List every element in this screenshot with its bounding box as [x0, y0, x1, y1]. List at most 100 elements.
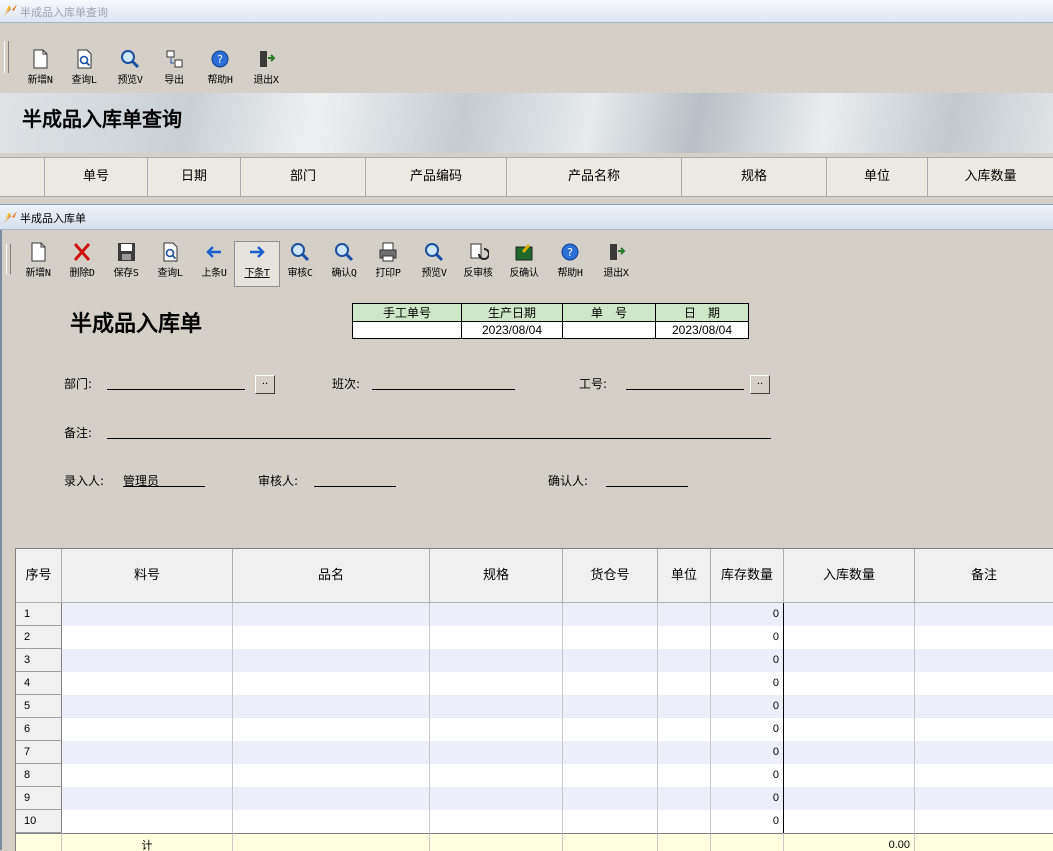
outer-preview-button[interactable]: 预览V: [108, 49, 152, 93]
outer-query-button[interactable]: 查询L: [62, 49, 106, 93]
grid-col-header[interactable]: 货仓号: [563, 549, 658, 603]
production-date-value[interactable]: 2023/08/04: [461, 321, 563, 339]
unit-cell[interactable]: [658, 649, 711, 672]
warehouse-cell[interactable]: [563, 718, 658, 741]
item-name-cell[interactable]: [233, 764, 430, 787]
outer-col-header[interactable]: 产品编码: [366, 158, 507, 196]
spec-cell[interactable]: [430, 787, 563, 810]
outer-col-header[interactable]: 日期: [148, 158, 241, 196]
item-no-cell[interactable]: [62, 603, 233, 626]
inner-save-button[interactable]: 保存S: [104, 242, 148, 286]
spec-cell[interactable]: [430, 672, 563, 695]
stock-qty-cell[interactable]: 0: [711, 649, 784, 672]
remark-cell[interactable]: [915, 695, 1053, 718]
entry-person-field[interactable]: 管理员: [123, 472, 205, 488]
inner-query-button[interactable]: 查询L: [148, 242, 192, 286]
workno-field[interactable]: [626, 375, 744, 390]
grid-col-header[interactable]: 入库数量: [784, 549, 915, 603]
date-value[interactable]: 2023/08/04: [655, 321, 749, 339]
in-qty-cell[interactable]: [784, 695, 915, 718]
remark-cell[interactable]: [915, 672, 1053, 695]
warehouse-cell[interactable]: [563, 810, 658, 833]
item-name-cell[interactable]: [233, 741, 430, 764]
warehouse-cell[interactable]: [563, 672, 658, 695]
item-name-cell[interactable]: [233, 810, 430, 833]
outer-col-header[interactable]: 入库数量: [928, 158, 1053, 196]
item-name-cell[interactable]: [233, 603, 430, 626]
item-name-cell[interactable]: [233, 626, 430, 649]
in-qty-cell[interactable]: [784, 787, 915, 810]
outer-title-bar[interactable]: 半成品入库单查询: [0, 0, 1053, 23]
outer-col-header[interactable]: 单号: [45, 158, 148, 196]
unit-cell[interactable]: [658, 787, 711, 810]
inner-preview-button[interactable]: 预览V: [412, 242, 456, 286]
workno-lookup-button[interactable]: ..: [750, 375, 770, 394]
in-qty-cell[interactable]: [784, 810, 915, 833]
item-no-cell[interactable]: [62, 649, 233, 672]
inner-unaudit-button[interactable]: 反审核: [456, 242, 500, 286]
inner-unconfirm-button[interactable]: 反确认: [502, 242, 546, 286]
warehouse-cell[interactable]: [563, 649, 658, 672]
dept-field[interactable]: [107, 375, 245, 390]
remark-cell[interactable]: [915, 603, 1053, 626]
item-no-cell[interactable]: [62, 718, 233, 741]
warehouse-cell[interactable]: [563, 741, 658, 764]
inner-audit-button[interactable]: 审核C: [278, 242, 322, 286]
item-no-cell[interactable]: [62, 764, 233, 787]
stock-qty-cell[interactable]: 0: [711, 764, 784, 787]
item-name-cell[interactable]: [233, 787, 430, 810]
spec-cell[interactable]: [430, 695, 563, 718]
warehouse-cell[interactable]: [563, 626, 658, 649]
warehouse-cell[interactable]: [563, 787, 658, 810]
inner-delete-button[interactable]: 删除D: [60, 242, 104, 286]
remark-cell[interactable]: [915, 764, 1053, 787]
outer-col-header[interactable]: 规格: [682, 158, 827, 196]
item-no-cell[interactable]: [62, 741, 233, 764]
unit-cell[interactable]: [658, 718, 711, 741]
stock-qty-cell[interactable]: 0: [711, 787, 784, 810]
stock-qty-cell[interactable]: 0: [711, 626, 784, 649]
inner-help-button[interactable]: ? 帮助H: [548, 242, 592, 286]
in-qty-cell[interactable]: [784, 764, 915, 787]
inner-prev-button[interactable]: 上条U: [192, 242, 236, 286]
in-qty-cell[interactable]: [784, 649, 915, 672]
item-no-cell[interactable]: [62, 787, 233, 810]
remark-cell[interactable]: [915, 718, 1053, 741]
grid-col-header[interactable]: 序号: [16, 549, 62, 603]
spec-cell[interactable]: [430, 764, 563, 787]
manual-no-value[interactable]: [352, 321, 462, 339]
remark-field[interactable]: [107, 424, 771, 439]
warehouse-cell[interactable]: [563, 603, 658, 626]
unit-cell[interactable]: [658, 672, 711, 695]
confirmer-field[interactable]: [606, 472, 688, 487]
stock-qty-cell[interactable]: 0: [711, 695, 784, 718]
stock-qty-cell[interactable]: 0: [711, 718, 784, 741]
remark-cell[interactable]: [915, 787, 1053, 810]
item-name-cell[interactable]: [233, 718, 430, 741]
unit-cell[interactable]: [658, 741, 711, 764]
outer-col-header[interactable]: 单位: [827, 158, 928, 196]
item-name-cell[interactable]: [233, 695, 430, 718]
inner-next-button[interactable]: 下条T: [234, 241, 280, 287]
unit-cell[interactable]: [658, 695, 711, 718]
item-no-cell[interactable]: [62, 810, 233, 833]
unit-cell[interactable]: [658, 626, 711, 649]
dept-lookup-button[interactable]: ..: [255, 375, 275, 394]
stock-qty-cell[interactable]: 0: [711, 810, 784, 833]
grid-col-header[interactable]: 备注: [915, 549, 1053, 603]
outer-export-button[interactable]: 导出: [152, 49, 196, 93]
unit-cell[interactable]: [658, 603, 711, 626]
item-no-cell[interactable]: [62, 695, 233, 718]
grid-col-header[interactable]: 规格: [430, 549, 563, 603]
remark-cell[interactable]: [915, 649, 1053, 672]
stock-qty-cell[interactable]: 0: [711, 672, 784, 695]
spec-cell[interactable]: [430, 741, 563, 764]
remark-cell[interactable]: [915, 810, 1053, 833]
item-no-cell[interactable]: [62, 626, 233, 649]
unit-cell[interactable]: [658, 764, 711, 787]
in-qty-cell[interactable]: [784, 603, 915, 626]
inner-confirm-button[interactable]: 确认Q: [322, 242, 366, 286]
spec-cell[interactable]: [430, 649, 563, 672]
outer-col-header[interactable]: 产品名称: [507, 158, 682, 196]
inner-title-bar[interactable]: 半成品入库单: [0, 204, 1053, 230]
